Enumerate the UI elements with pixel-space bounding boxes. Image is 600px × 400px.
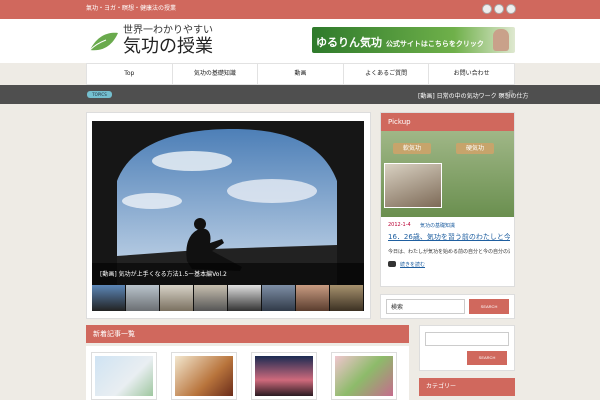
post-card[interactable] <box>171 352 237 400</box>
banner-text: ゆるりん気功 公式サイトはこちらをクリック <box>316 34 484 50</box>
post-card-food-image <box>175 356 233 396</box>
banner-title: ゆるりん気功 <box>316 36 382 49</box>
pickup-hard-qigong-label[interactable]: 硬気功 <box>456 143 494 154</box>
nav-item-basics[interactable]: 気功の基礎知識 <box>171 64 258 84</box>
post-card[interactable] <box>251 352 317 400</box>
slide-illustration <box>92 121 364 285</box>
slider-thumbnail[interactable] <box>92 285 126 311</box>
slide-caption[interactable]: [動画] 気功が上手くなる方法1.5ー基本編Vol.2 <box>92 263 364 285</box>
post-card-map-image <box>95 356 153 396</box>
slider-thumbnail[interactable] <box>160 285 194 311</box>
pickup-excerpt: 今日は、わたしが気功を始める前の自分と今の自分の違いについて… <box>388 249 510 255</box>
search-input[interactable] <box>386 299 465 314</box>
site-tagline: 氣功・ヨガ・瞑想・健康法の授業 <box>86 5 177 12</box>
banner-subtitle: 公式サイトはこちらをクリック <box>385 40 484 48</box>
slider-thumbnails <box>92 285 364 311</box>
pickup-date: 2012-1-4 <box>388 222 411 228</box>
post-card-concert-image <box>255 356 313 396</box>
nav-item-faq[interactable]: よくあるご質問 <box>342 64 429 84</box>
recent-posts-heading: 新着記事一覧 <box>86 325 409 343</box>
slider-thumbnail[interactable] <box>228 285 262 311</box>
pickup-category-link[interactable]: 気功の基礎知識 <box>420 222 455 229</box>
topics-badge: TOPICS <box>87 91 112 98</box>
rss-icon[interactable] <box>482 4 492 14</box>
banner-person-image <box>493 29 509 51</box>
arrow-right-icon <box>388 261 396 267</box>
slider-thumbnail[interactable] <box>330 285 364 311</box>
ticker-pause-icon[interactable]: || <box>509 90 513 97</box>
search-button-secondary[interactable]: SEARCH <box>467 351 507 365</box>
slider-thumbnail[interactable] <box>296 285 330 311</box>
post-card[interactable] <box>91 352 157 400</box>
pickup-soft-qigong-label[interactable]: 軟気功 <box>393 143 431 154</box>
slider-thumbnail[interactable] <box>194 285 228 311</box>
nav-item-video[interactable]: 動画 <box>257 64 343 84</box>
pickup-heading: Pickup <box>381 113 514 131</box>
search-button[interactable]: SEARCH <box>469 299 509 314</box>
pickup-photo[interactable] <box>384 163 442 208</box>
header-banner[interactable]: ゆるりん気功 公式サイトはこちらをクリック <box>312 27 515 53</box>
main-nav: Top 気功の基礎知識 動画 よくあるご質問 お問い合わせ <box>86 63 515 85</box>
facebook-icon[interactable] <box>506 4 516 14</box>
search-input-secondary[interactable] <box>425 332 509 346</box>
read-more-link[interactable]: 続きを読む <box>400 261 425 268</box>
leaf-logo-icon[interactable] <box>88 30 120 54</box>
pickup-title-link[interactable]: 16．26歳、気功を習う前のわたしと今の私の違い・・・ <box>388 233 510 242</box>
nav-item-top[interactable]: Top <box>86 64 172 84</box>
nav-item-contact[interactable]: お問い合わせ <box>428 64 515 84</box>
logo-title[interactable]: 気功の授業 <box>123 37 213 57</box>
post-card-people-image <box>335 356 393 396</box>
twitter-icon[interactable] <box>494 4 504 14</box>
slider-thumbnail[interactable] <box>262 285 296 311</box>
post-card[interactable] <box>331 352 397 400</box>
slider-thumbnail[interactable] <box>126 285 160 311</box>
sidebar-categories-heading: カテゴリー <box>419 378 515 396</box>
slide-image[interactable] <box>92 121 364 285</box>
